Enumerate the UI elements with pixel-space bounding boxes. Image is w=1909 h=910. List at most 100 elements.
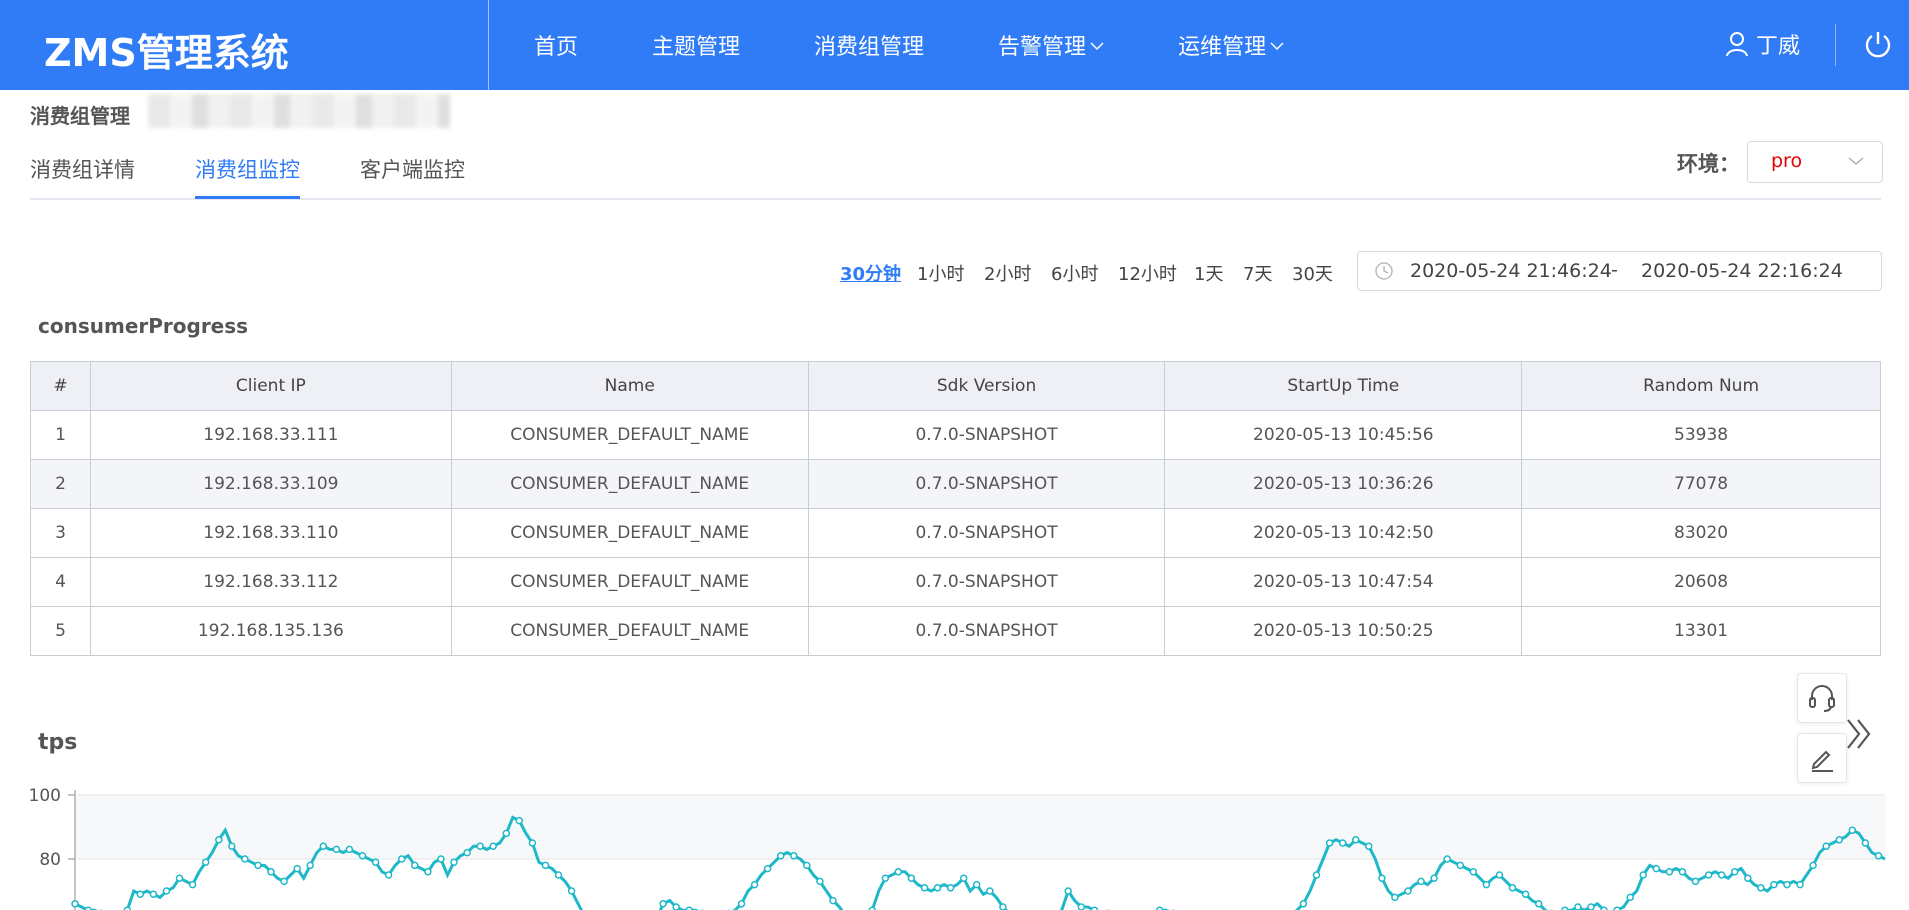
- range-2h[interactable]: 2小时: [984, 260, 1031, 286]
- column-header[interactable]: StartUp Time: [1164, 361, 1523, 411]
- data-point[interactable]: [1378, 874, 1386, 882]
- data-point[interactable]: [1796, 880, 1804, 889]
- data-point[interactable]: [228, 842, 236, 850]
- data-point[interactable]: [136, 890, 145, 898]
- column-header[interactable]: Sdk Version: [807, 361, 1166, 411]
- data-point[interactable]: [450, 858, 458, 866]
- start-date[interactable]: 2020-05-24 21:46:24: [1410, 260, 1612, 282]
- data-point[interactable]: [790, 852, 798, 860]
- range-6h[interactable]: 6小时: [1051, 260, 1098, 286]
- data-point[interactable]: [424, 868, 432, 876]
- data-point[interactable]: [319, 842, 328, 850]
- data-point[interactable]: [1508, 884, 1517, 892]
- data-point[interactable]: [1744, 874, 1752, 882]
- data-point[interactable]: [1351, 836, 1360, 844]
- data-point[interactable]: [437, 855, 445, 863]
- data-point[interactable]: [1312, 871, 1321, 879]
- data-point[interactable]: [567, 887, 576, 895]
- data-point[interactable]: [162, 887, 171, 895]
- data-point[interactable]: [1391, 893, 1399, 902]
- data-point[interactable]: [1717, 871, 1726, 879]
- data-point[interactable]: [659, 900, 667, 908]
- data-point[interactable]: [188, 880, 197, 889]
- data-point[interactable]: [1077, 903, 1086, 910]
- data-point[interactable]: [201, 858, 210, 866]
- data-point[interactable]: [254, 861, 262, 870]
- data-point[interactable]: [489, 842, 497, 850]
- data-point[interactable]: [1417, 877, 1425, 886]
- data-point[interactable]: [737, 900, 746, 908]
- tab-consumer-monitor[interactable]: 消费组监控: [195, 154, 300, 199]
- logout-button[interactable]: [1864, 30, 1892, 64]
- data-point[interactable]: [1730, 868, 1739, 876]
- data-point[interactable]: [1482, 880, 1491, 889]
- column-header[interactable]: Client IP: [89, 361, 452, 411]
- data-point[interactable]: [1456, 861, 1465, 870]
- data-point[interactable]: [1874, 852, 1883, 860]
- data-point[interactable]: [972, 880, 981, 889]
- data-point[interactable]: [1678, 868, 1687, 876]
- data-point[interactable]: [1404, 887, 1412, 895]
- data-point[interactable]: [1443, 855, 1451, 863]
- data-point[interactable]: [371, 858, 380, 866]
- app-logo[interactable]: ZMS管理系统: [44, 22, 289, 77]
- data-point[interactable]: [763, 864, 772, 873]
- data-point[interactable]: [1639, 871, 1647, 879]
- data-point[interactable]: [175, 874, 184, 882]
- tab-consumer-detail[interactable]: 消费组详情: [30, 154, 135, 196]
- customer-service-button[interactable]: [1797, 673, 1847, 723]
- data-point[interactable]: [1770, 880, 1778, 889]
- data-point[interactable]: [1848, 826, 1857, 834]
- data-point[interactable]: [1652, 864, 1661, 873]
- data-point[interactable]: [1469, 868, 1478, 876]
- data-point[interactable]: [332, 845, 341, 854]
- data-point[interactable]: [933, 884, 942, 892]
- data-point[interactable]: [1822, 842, 1830, 850]
- data-point[interactable]: [554, 871, 563, 879]
- date-range-picker[interactable]: 2020-05-24 21:46:24 - 2020-05-24 22:16:2…: [1357, 251, 1882, 291]
- data-point[interactable]: [894, 868, 903, 876]
- data-point[interactable]: [411, 861, 419, 870]
- data-point[interactable]: [829, 896, 837, 905]
- data-point[interactable]: [1299, 900, 1308, 908]
- data-point[interactable]: [1325, 839, 1334, 847]
- data-point[interactable]: [1534, 900, 1543, 908]
- nav-item-home[interactable]: 首页: [534, 29, 578, 61]
- data-point[interactable]: [1691, 877, 1700, 886]
- range-12h[interactable]: 12小时: [1118, 260, 1177, 286]
- data-point[interactable]: [946, 884, 955, 892]
- data-point[interactable]: [907, 874, 916, 882]
- data-point[interactable]: [1665, 868, 1674, 876]
- data-point[interactable]: [306, 861, 314, 870]
- data-point[interactable]: [1704, 871, 1713, 879]
- column-header[interactable]: Random Num: [1521, 361, 1881, 411]
- data-point[interactable]: [267, 868, 275, 876]
- data-point[interactable]: [1574, 903, 1582, 910]
- data-point[interactable]: [241, 855, 249, 863]
- nav-item-alert[interactable]: 告警管理: [998, 29, 1104, 61]
- env-select[interactable]: pro: [1747, 141, 1883, 183]
- nav-item-ops[interactable]: 运维管理: [1178, 29, 1284, 61]
- data-point[interactable]: [71, 900, 79, 908]
- data-point[interactable]: [750, 880, 759, 889]
- range-30min[interactable]: 30分钟: [840, 260, 901, 286]
- data-point[interactable]: [1626, 893, 1634, 902]
- data-point[interactable]: [1495, 871, 1504, 879]
- data-point[interactable]: [345, 845, 354, 854]
- data-point[interactable]: [1338, 839, 1347, 847]
- data-point[interactable]: [959, 874, 968, 882]
- data-point[interactable]: [149, 890, 158, 898]
- data-point[interactable]: [1861, 839, 1870, 847]
- data-point[interactable]: [1587, 903, 1595, 910]
- data-point[interactable]: [1430, 874, 1438, 882]
- data-point[interactable]: [384, 871, 393, 879]
- data-point[interactable]: [280, 877, 288, 886]
- data-point[interactable]: [502, 829, 511, 838]
- data-point[interactable]: [1783, 880, 1791, 889]
- data-point[interactable]: [515, 816, 524, 825]
- data-point[interactable]: [541, 861, 550, 870]
- data-point[interactable]: [1757, 884, 1765, 892]
- nav-item-topic[interactable]: 主题管理: [652, 29, 740, 61]
- column-header[interactable]: Name: [450, 361, 809, 411]
- range-7d[interactable]: 7天: [1243, 260, 1272, 286]
